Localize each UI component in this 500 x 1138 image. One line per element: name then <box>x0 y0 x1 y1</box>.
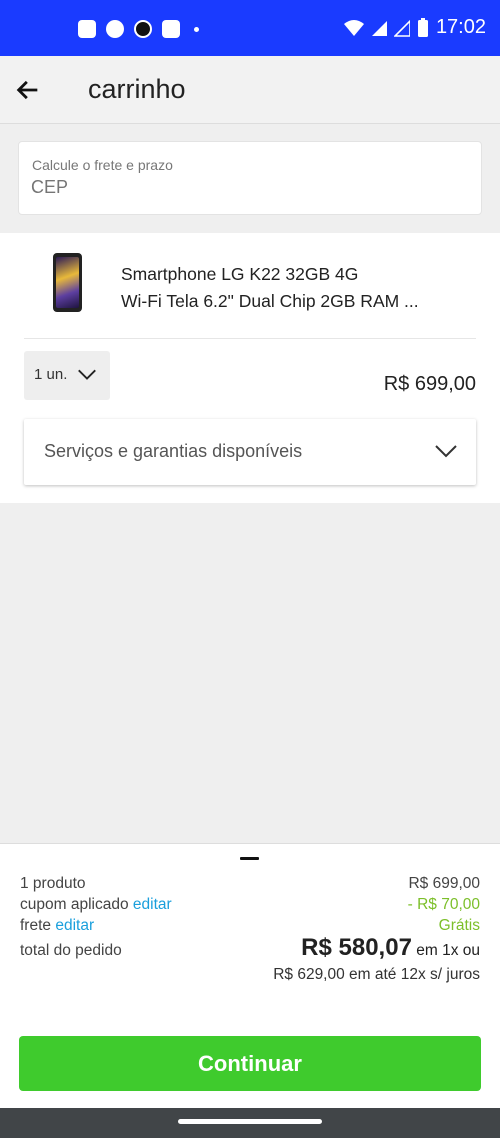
signal-icon <box>371 20 387 36</box>
signal-icon <box>393 19 410 37</box>
cart-item: Smartphone LG K22 32GB 4G Wi-Fi Tela 6.2… <box>0 233 500 503</box>
message-icon <box>78 20 96 38</box>
drag-handle[interactable] <box>240 857 259 860</box>
navigation-bar <box>0 1108 500 1138</box>
installments-text: R$ 629,00 em até 12x s/ juros <box>273 966 480 983</box>
coupon-edit-link[interactable]: editar <box>133 896 172 913</box>
notification-dot-icon <box>194 26 199 32</box>
shipping-calculator[interactable]: Calcule o frete e prazo <box>18 141 482 215</box>
cep-input[interactable] <box>31 177 461 198</box>
shipping-summary-label: frete <box>20 917 52 934</box>
summary-row-total: total do pedido R$ 580,07 em 1x ou <box>20 934 480 961</box>
services-label: Serviços e garantias disponíveis <box>44 441 303 461</box>
divider <box>24 338 476 339</box>
coupon-value: - R$ 70,00 <box>407 896 480 913</box>
coupon-label: cupom aplicado <box>20 896 129 913</box>
back-arrow-icon[interactable] <box>14 76 42 104</box>
order-summary: 1 produto R$ 699,00 cupom aplicado edita… <box>0 843 500 1108</box>
total-label: total do pedido <box>20 942 122 959</box>
continue-button[interactable]: Continuar <box>19 1036 481 1091</box>
system-icons: 17:02 <box>343 16 486 39</box>
youtube-icon <box>162 20 180 38</box>
chevron-down-icon <box>435 445 457 458</box>
products-value: R$ 699,00 <box>408 875 480 892</box>
product-image[interactable] <box>53 253 82 312</box>
status-bar: 17:02 <box>0 0 500 56</box>
shipping-value: Grátis <box>438 917 480 934</box>
app-bar: carrinho <box>0 56 500 124</box>
total-value: R$ 580,07 <box>301 934 412 961</box>
quantity-select[interactable]: 1 un. <box>24 351 110 400</box>
item-price: R$ 699,00 <box>383 373 476 395</box>
product-name[interactable]: Smartphone LG K22 32GB 4G Wi-Fi Tela 6.2… <box>121 261 471 315</box>
total-value-group: R$ 580,07 em 1x ou <box>301 934 480 962</box>
chevron-down-icon <box>78 369 96 380</box>
wifi-icon <box>343 19 364 36</box>
quantity-value: 1 un. <box>34 366 68 383</box>
shipping-edit-link[interactable]: editar <box>55 917 94 934</box>
products-label: 1 produto <box>20 875 86 892</box>
services-dropdown[interactable]: Serviços e garantias disponíveis <box>24 419 476 485</box>
facebook-messenger-icon <box>106 20 124 38</box>
product-name-line2: Wi-Fi Tela 6.2" Dual Chip 2GB RAM ... <box>121 291 419 311</box>
home-indicator[interactable] <box>178 1119 322 1124</box>
shipping-label: Calcule o frete e prazo <box>32 157 173 173</box>
summary-row-products: 1 produto R$ 699,00 <box>20 875 480 893</box>
summary-row-coupon: cupom aplicado editar - R$ 70,00 <box>20 896 480 914</box>
app-icon <box>134 20 152 38</box>
notification-icons <box>78 20 199 38</box>
page-title: carrinho <box>88 74 186 104</box>
product-name-line1: Smartphone LG K22 32GB 4G <box>121 264 359 284</box>
total-suffix: em 1x ou <box>416 942 480 959</box>
clock: 17:02 <box>435 16 486 38</box>
summary-row-shipping: frete editar Grátis <box>20 917 480 935</box>
battery-icon <box>417 17 428 37</box>
